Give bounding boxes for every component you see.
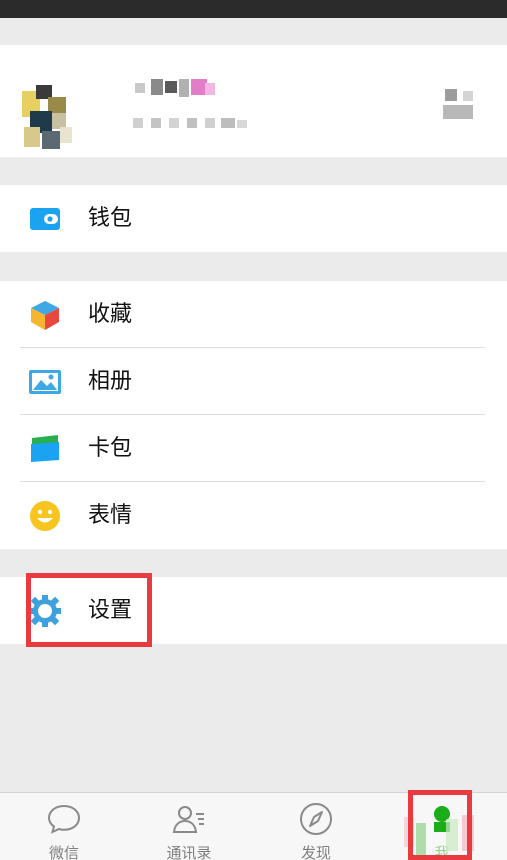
card-icon [28, 432, 62, 466]
menu-label-cards: 卡包 [88, 436, 133, 461]
tab-label-discover: 发现 [300, 844, 331, 860]
contacts-icon [171, 801, 207, 837]
avatar[interactable] [18, 83, 80, 155]
tab-label-chats: 微信 [48, 844, 79, 860]
wallet-icon [28, 202, 62, 236]
smiley-icon [28, 499, 62, 533]
menu-item-stickers[interactable]: 表情 [0, 482, 507, 549]
menu-item-wallet[interactable]: 钱包 [0, 185, 507, 252]
menu-label-favorites: 收藏 [88, 302, 133, 327]
settings-highlight-box [26, 573, 152, 647]
menu-item-favorites[interactable]: 收藏 [0, 281, 507, 348]
menu-item-cards[interactable]: 卡包 [0, 415, 507, 482]
cube-icon [28, 298, 62, 332]
profile-card[interactable] [0, 45, 507, 157]
tab-discover[interactable]: 发现 [266, 793, 366, 860]
status-bar [0, 0, 507, 18]
menu-label-stickers: 表情 [88, 503, 133, 528]
tab-label-contacts: 通讯录 [166, 844, 212, 860]
menu-item-album[interactable]: 相册 [0, 348, 507, 415]
tab-chats[interactable]: 微信 [14, 793, 114, 860]
tools-group: 收藏 相册 卡包 表情 [0, 281, 507, 549]
qr-code-icon[interactable] [443, 89, 475, 119]
compass-icon [298, 801, 334, 837]
wallet-group: 钱包 [0, 185, 507, 252]
chat-bubble-icon [46, 801, 82, 837]
menu-label-wallet: 钱包 [88, 206, 133, 231]
nickname-blurred [135, 77, 225, 99]
wechat-id-blurred [133, 118, 251, 128]
me-tab-highlight-box [408, 790, 472, 860]
tab-contacts[interactable]: 通讯录 [139, 793, 239, 860]
image-icon [28, 365, 62, 399]
menu-label-album: 相册 [88, 369, 133, 394]
